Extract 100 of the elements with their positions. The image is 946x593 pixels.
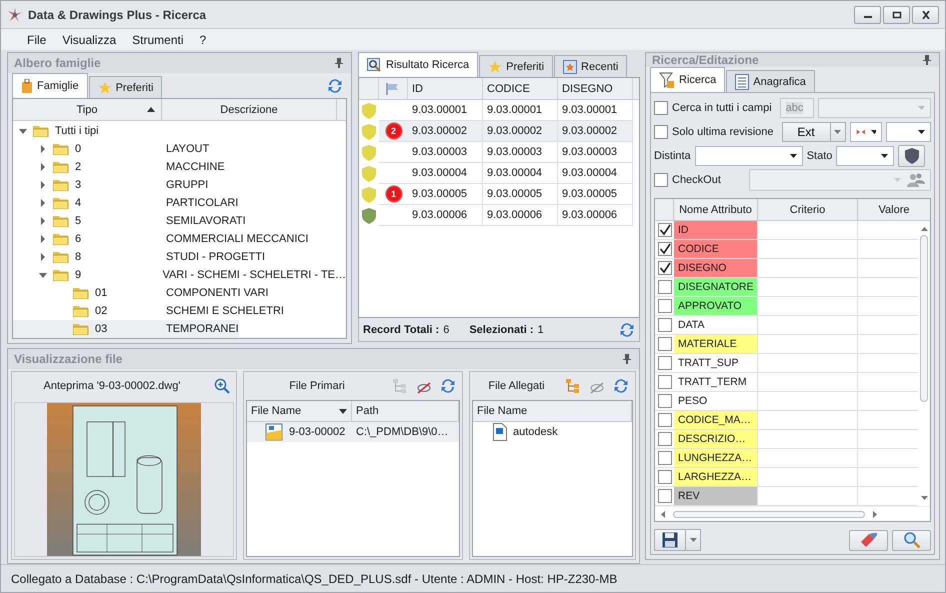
field-dropdown[interactable] (818, 98, 931, 118)
tab[interactable]: Risultato Ricerca (358, 52, 478, 77)
column-header[interactable]: File Name (473, 401, 632, 421)
distinta-dropdown[interactable] (694, 146, 803, 166)
tree-view-icon[interactable] (392, 378, 408, 394)
criteria-cell[interactable] (758, 240, 858, 259)
pin-icon[interactable] (335, 58, 343, 68)
expand-arrow-icon[interactable] (39, 199, 47, 207)
checkbox[interactable] (658, 223, 672, 237)
tab[interactable]: Famiglie (12, 73, 88, 98)
menu-item[interactable]: Visualizza (56, 32, 122, 46)
filter-arrow-icon[interactable] (339, 408, 347, 414)
result-row[interactable]: 2 9.03.00002 9.03.00002 9.03.00002 (359, 121, 639, 142)
tab[interactable]: Preferiti (88, 76, 162, 98)
minimize-button[interactable] (854, 6, 881, 24)
checkbox[interactable] (658, 470, 672, 484)
tree-row[interactable]: 03 TEMPORANEI (13, 320, 346, 338)
checkbox[interactable] (658, 394, 672, 408)
tree-row[interactable]: 3 GRUPPI (13, 176, 346, 194)
checkbox[interactable] (658, 432, 672, 446)
collapse-arrow-icon[interactable] (19, 127, 27, 135)
result-row[interactable]: 1 9.03.00005 9.03.00005 9.03.00005 (359, 184, 639, 205)
tree-row[interactable]: 8 STUDI - PROGETTI (13, 248, 346, 266)
file-row[interactable]: 9-03-00002 C:\_PDM\DB\9\0… (247, 422, 459, 442)
criteria-cell[interactable] (758, 221, 858, 240)
marker-dropdown[interactable] (850, 122, 882, 142)
scroll-right-icon[interactable] (873, 510, 877, 518)
tab[interactable]: Recenti (554, 55, 628, 77)
checkbox[interactable] (658, 489, 672, 503)
close-button[interactable] (912, 6, 939, 24)
checkbox[interactable] (658, 261, 672, 275)
column-header[interactable]: CODICE (483, 78, 558, 99)
menu-item[interactable]: ? (194, 32, 212, 46)
pin-icon[interactable] (623, 354, 631, 364)
criteria-cell[interactable] (758, 354, 858, 373)
column-header[interactable]: Tipo (13, 99, 162, 120)
tree-row[interactable]: 5 SEMILAVORATI (13, 212, 346, 230)
criteria-cell[interactable] (758, 411, 858, 430)
column-header[interactable]: ID (408, 78, 483, 99)
expand-arrow-icon[interactable] (39, 235, 47, 243)
checkbox[interactable] (654, 173, 668, 187)
tree-row[interactable]: 4 PARTICOLARI (13, 194, 346, 212)
expand-arrow-icon[interactable] (39, 181, 47, 189)
checkbox[interactable] (658, 242, 672, 256)
scroll-left-icon[interactable] (661, 510, 665, 518)
column-header[interactable]: File Name (247, 401, 352, 421)
tab[interactable]: Ricerca (650, 67, 726, 92)
column-header[interactable]: Path (352, 401, 459, 421)
checkbox[interactable] (654, 125, 668, 139)
criteria-cell[interactable] (758, 468, 858, 487)
checkbox[interactable] (658, 280, 672, 294)
tree-row[interactable]: Tutti i tipi (13, 122, 346, 140)
refresh-icon[interactable] (440, 378, 456, 394)
search-button[interactable] (892, 530, 931, 550)
column-header[interactable]: Criterio (758, 199, 858, 220)
checkbox[interactable] (658, 451, 672, 465)
refresh-icon[interactable] (613, 378, 629, 394)
criteria-cell[interactable] (758, 297, 858, 316)
save-button[interactable] (654, 529, 685, 551)
criteria-cell[interactable] (758, 278, 858, 297)
tree-row[interactable]: 6 COMMERCIALI MECCANICI (13, 230, 346, 248)
checkbox[interactable] (658, 318, 672, 332)
collapse-arrow-icon[interactable] (39, 271, 47, 279)
tree-row[interactable]: 9 VARI - SCHEMI - SCHELETRI - TE… (13, 266, 346, 284)
column-header[interactable]: Valore (858, 199, 930, 220)
shield-button[interactable] (898, 145, 926, 167)
zoom-in-icon[interactable] (214, 378, 230, 394)
file-row[interactable]: autodesk (473, 422, 632, 442)
checkbox[interactable] (654, 101, 668, 115)
expand-arrow-icon[interactable] (39, 253, 47, 261)
expand-arrow-icon[interactable] (39, 145, 47, 153)
result-row[interactable]: 9.03.00006 9.03.00006 9.03.00006 (359, 205, 639, 226)
tree-view-icon[interactable] (565, 378, 581, 394)
tab[interactable]: Anagrafica (726, 70, 815, 92)
tree-row[interactable]: 0 LAYOUT (13, 140, 346, 158)
checkbox[interactable] (658, 337, 672, 351)
column-header[interactable]: DISEGNO (558, 78, 633, 99)
checkbox[interactable] (658, 299, 672, 313)
criteria-cell[interactable] (758, 487, 858, 506)
criteria-cell[interactable] (758, 259, 858, 278)
checkbox[interactable] (658, 356, 672, 370)
criteria-cell[interactable] (758, 316, 858, 335)
tab[interactable]: Preferiti (479, 55, 554, 77)
dropdown-button[interactable] (830, 122, 846, 142)
criteria-cell[interactable] (758, 449, 858, 468)
tree-row[interactable]: 02 SCHEMI E SCHELETRI (13, 302, 346, 320)
column-header[interactable]: Nome Attributo (674, 199, 758, 220)
maximize-button[interactable] (883, 6, 910, 24)
criteria-cell[interactable] (758, 430, 858, 449)
users-icon[interactable] (907, 172, 925, 188)
expand-arrow-icon[interactable] (39, 163, 47, 171)
horizontal-scrollbar[interactable] (655, 506, 930, 521)
refresh-icon[interactable] (619, 322, 635, 338)
menu-item[interactable]: File (21, 32, 52, 46)
scroll-down-icon[interactable] (920, 496, 928, 500)
dropdown-button[interactable] (685, 529, 701, 551)
expand-arrow-icon[interactable] (39, 217, 47, 225)
result-row[interactable]: 9.03.00003 9.03.00003 9.03.00003 (359, 142, 639, 163)
ext-button[interactable]: Ext (782, 122, 830, 142)
checkbox[interactable] (658, 413, 672, 427)
